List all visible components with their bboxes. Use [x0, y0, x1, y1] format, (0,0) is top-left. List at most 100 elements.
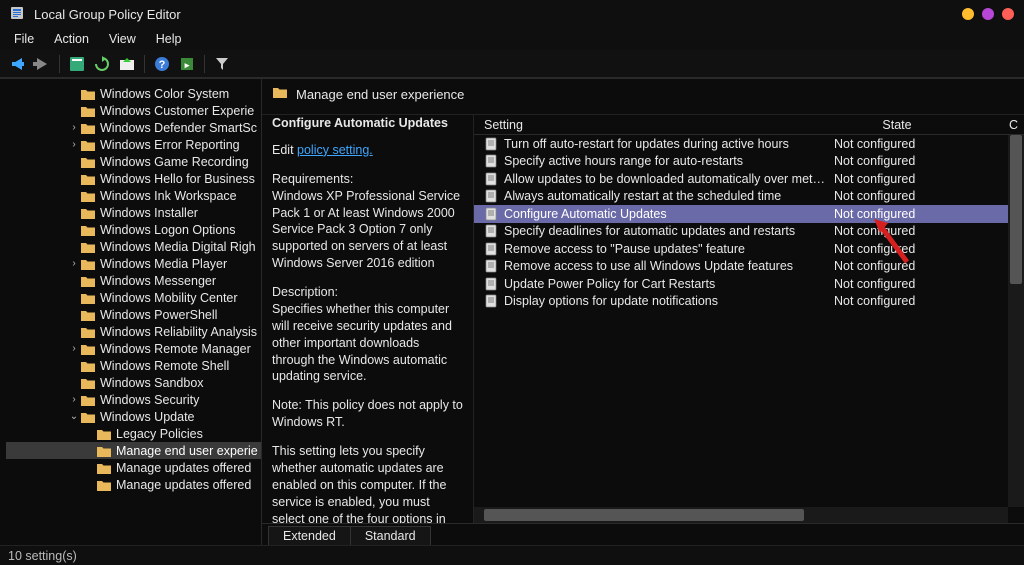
tree-node[interactable]: Windows Color System — [6, 85, 261, 102]
policy-icon — [484, 224, 500, 238]
setting-row[interactable]: Configure Automatic UpdatesNot configure… — [474, 205, 1024, 223]
setting-row[interactable]: Remove access to use all Windows Update … — [474, 258, 1024, 276]
tree-node[interactable]: › Windows Media Player — [6, 255, 261, 272]
tree-panel: Windows Color SystemWindows Customer Exp… — [0, 79, 262, 545]
tree-node[interactable]: Windows Logon Options — [6, 221, 261, 238]
col-state[interactable]: State — [826, 115, 968, 134]
content-header: Manage end user experience — [262, 79, 1024, 115]
export-button[interactable] — [116, 53, 138, 75]
tree-label: Windows Sandbox — [100, 376, 204, 390]
tree-label: Windows Messenger — [100, 274, 216, 288]
setting-row[interactable]: Allow updates to be downloaded automatic… — [474, 170, 1024, 188]
setting-row[interactable]: Specify active hours range for auto-rest… — [474, 153, 1024, 171]
setting-state: Not configured — [826, 242, 968, 256]
folder-icon — [80, 342, 96, 356]
back-button[interactable] — [6, 53, 28, 75]
tree-label: Windows Media Player — [100, 257, 227, 271]
tree-label: Windows PowerShell — [100, 308, 217, 322]
desc-description: Description: Specifies whether this comp… — [272, 284, 463, 385]
menu-bar: File Action View Help — [0, 28, 1024, 50]
tree-node[interactable]: ⌄Windows Update — [6, 408, 261, 425]
tree-node[interactable]: Windows Game Recording — [6, 153, 261, 170]
refresh-button[interactable] — [91, 53, 113, 75]
tree-node[interactable]: Manage updates offered — [6, 459, 261, 476]
content-body: Configure Automatic Updates Edit policy … — [262, 115, 1024, 523]
tree-node[interactable]: Windows Sandbox — [6, 374, 261, 391]
vertical-scrollbar[interactable] — [1008, 135, 1024, 507]
setting-row[interactable]: Update Power Policy for Cart RestartsNot… — [474, 275, 1024, 293]
setting-state: Not configured — [826, 259, 968, 273]
tree-node[interactable]: ›Windows Defender SmartSc — [6, 119, 261, 136]
app-icon — [10, 6, 26, 22]
folder-icon — [80, 291, 96, 305]
tree-node[interactable]: Windows Installer — [6, 204, 261, 221]
forward-button[interactable] — [31, 53, 53, 75]
status-bar: 10 setting(s) — [0, 545, 1024, 565]
setting-row[interactable]: Display options for update notifications… — [474, 293, 1024, 311]
tree-label: Windows Installer — [100, 206, 198, 220]
tree[interactable]: Windows Color SystemWindows Customer Exp… — [0, 85, 261, 493]
tree-node[interactable]: Windows Ink Workspace — [6, 187, 261, 204]
maximize-button[interactable] — [982, 8, 994, 20]
policy-icon — [484, 154, 500, 168]
settings-panel: Setting State C Turn off auto-restart fo… — [474, 115, 1024, 523]
policy-setting-link[interactable]: policy setting. — [297, 143, 373, 157]
tree-label: Windows Security — [100, 393, 199, 407]
tree-node[interactable]: ›Windows Error Reporting — [6, 136, 261, 153]
expand-toggle[interactable]: › — [68, 122, 80, 133]
setting-name: Specify deadlines for automatic updates … — [504, 224, 826, 238]
settings-list[interactable]: Turn off auto-restart for updates during… — [474, 135, 1024, 507]
tree-node[interactable]: Windows PowerShell — [6, 306, 261, 323]
policy-icon — [484, 242, 500, 256]
expand-toggle[interactable]: › — [68, 394, 80, 405]
scroll-thumb[interactable] — [484, 509, 804, 521]
policy-icon — [484, 189, 500, 203]
setting-row[interactable]: Remove access to "Pause updates" feature… — [474, 240, 1024, 258]
tree-node[interactable]: Manage end user experie — [6, 442, 261, 459]
tab-standard[interactable]: Standard — [350, 526, 431, 545]
status-text: 10 setting(s) — [8, 549, 77, 563]
setting-row[interactable]: Always automatically restart at the sche… — [474, 188, 1024, 206]
setting-row[interactable]: Turn off auto-restart for updates during… — [474, 135, 1024, 153]
expand-toggle[interactable]: › — [68, 139, 80, 150]
filter-button[interactable] — [211, 53, 233, 75]
menu-help[interactable]: Help — [148, 30, 190, 48]
view-tabs: Extended Standard — [262, 523, 1024, 545]
tree-node[interactable]: Windows Customer Experie — [6, 102, 261, 119]
folder-icon — [80, 189, 96, 203]
folder-icon — [80, 121, 96, 135]
folder-icon — [96, 461, 112, 475]
horizontal-scrollbar[interactable] — [474, 507, 1008, 523]
tree-node[interactable]: Windows Reliability Analysis — [6, 323, 261, 340]
expand-toggle[interactable]: ⌄ — [68, 411, 80, 422]
close-button[interactable] — [1002, 8, 1014, 20]
folder-icon — [80, 223, 96, 237]
tree-node[interactable]: Windows Media Digital Righ — [6, 238, 261, 255]
tree-node[interactable]: Windows Messenger — [6, 272, 261, 289]
tree-label: Windows Game Recording — [100, 155, 249, 169]
minimize-button[interactable] — [962, 8, 974, 20]
tree-node[interactable]: Windows Remote Shell — [6, 357, 261, 374]
properties-button[interactable] — [66, 53, 88, 75]
setting-name: Display options for update notifications — [504, 294, 826, 308]
tree-node[interactable]: ›Windows Remote Manager — [6, 340, 261, 357]
scroll-thumb[interactable] — [1010, 135, 1022, 284]
menu-view[interactable]: View — [101, 30, 144, 48]
folder-icon — [80, 274, 96, 288]
menu-file[interactable]: File — [6, 30, 42, 48]
menu-action[interactable]: Action — [46, 30, 97, 48]
tree-node[interactable]: Legacy Policies — [6, 425, 261, 442]
expand-toggle[interactable]: › — [68, 343, 80, 354]
tree-node[interactable]: Windows Mobility Center — [6, 289, 261, 306]
content-panel: Manage end user experience Configure Aut… — [262, 79, 1024, 545]
expand-toggle[interactable]: › — [68, 258, 80, 269]
tree-node[interactable]: › Windows Security — [6, 391, 261, 408]
setting-row[interactable]: Specify deadlines for automatic updates … — [474, 223, 1024, 241]
col-c[interactable]: C — [968, 115, 1024, 134]
script-button[interactable] — [176, 53, 198, 75]
help-button[interactable] — [151, 53, 173, 75]
col-setting[interactable]: Setting — [474, 115, 826, 134]
tab-extended[interactable]: Extended — [268, 526, 351, 545]
tree-node[interactable]: Manage updates offered — [6, 476, 261, 493]
tree-node[interactable]: Windows Hello for Business — [6, 170, 261, 187]
